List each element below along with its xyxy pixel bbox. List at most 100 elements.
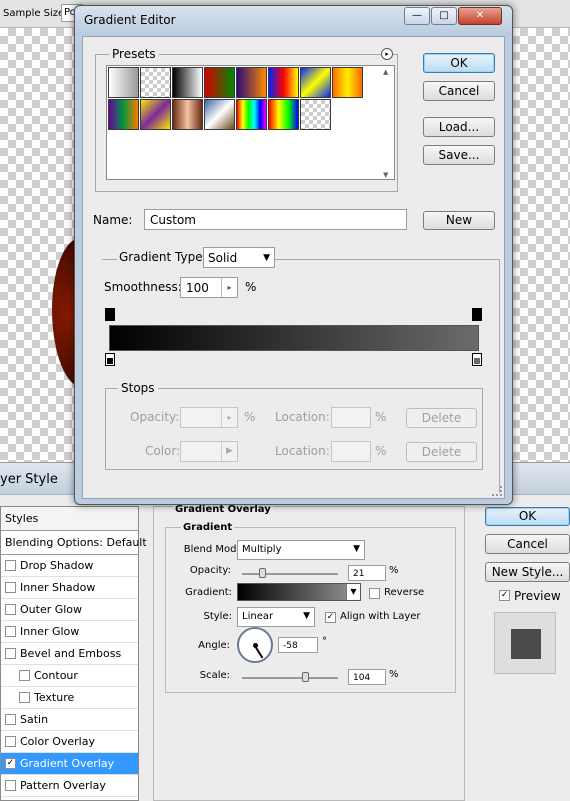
scale-slider-track[interactable]: [242, 677, 338, 679]
stops-group: Stops Opacity: ▸ % Location: % Delete Co…: [105, 381, 483, 470]
align-with-layer-checkbox[interactable]: ✓: [325, 612, 336, 623]
opacity-slider-track[interactable]: [242, 573, 338, 575]
style-item-checkbox[interactable]: [5, 559, 16, 571]
style-item-color-overlay[interactable]: Color Overlay: [1, 731, 138, 753]
stop-color-flyout-icon[interactable]: ▶: [221, 442, 237, 461]
style-item-checkbox[interactable]: [5, 779, 16, 791]
minimize-icon[interactable]: —: [404, 7, 430, 25]
delete-opacity-stop-button[interactable]: Delete: [406, 408, 477, 428]
style-item-checkbox[interactable]: [19, 669, 30, 681]
style-item-checkbox[interactable]: [5, 735, 16, 747]
style-item-checkbox[interactable]: [5, 603, 16, 615]
blending-options-item[interactable]: Blending Options: Default: [1, 531, 147, 555]
new-style-button[interactable]: New Style...: [485, 562, 570, 582]
presets-label: Presets: [109, 47, 159, 61]
opacity-stop-right[interactable]: [472, 308, 482, 321]
preset-swatch-black-white[interactable]: [172, 67, 203, 98]
new-button[interactable]: New: [423, 211, 495, 230]
preset-swatch-red-green[interactable]: [204, 67, 235, 98]
preset-swatch-violet-orange[interactable]: [236, 67, 267, 98]
reverse-checkbox[interactable]: [369, 588, 380, 599]
gradient-overlay-panel: Gradient Overlay Gradient Blend Mode: Mu…: [153, 504, 465, 801]
smoothness-flyout-icon[interactable]: ▸: [221, 278, 237, 297]
stop-opacity-location-input[interactable]: [331, 407, 371, 428]
scale-slider-thumb[interactable]: [302, 672, 309, 682]
preset-swatch-violet-green-orange[interactable]: [108, 99, 139, 130]
style-item-gradient-overlay[interactable]: ✓ Gradient Overlay: [1, 753, 138, 775]
styles-header[interactable]: Styles: [1, 507, 138, 531]
style-item-checkbox[interactable]: [19, 691, 30, 703]
style-item-checkbox[interactable]: [5, 713, 16, 725]
preset-swatch-blue-yellow-blue[interactable]: [300, 67, 331, 98]
stop-color-location-input[interactable]: [331, 441, 371, 462]
angle-dial[interactable]: [237, 627, 273, 663]
style-item-label: Satin: [20, 713, 49, 726]
style-item-bevel-and-emboss[interactable]: Bevel and Emboss: [1, 643, 138, 665]
gradient-bar[interactable]: [109, 325, 479, 351]
stop-opacity-label: Opacity:: [130, 410, 180, 424]
presets-menu-icon[interactable]: ▸: [381, 48, 393, 60]
style-item-checkbox[interactable]: [5, 647, 16, 659]
preview-checkbox[interactable]: ✓: [499, 590, 510, 601]
stop-opacity-input[interactable]: ▸: [180, 407, 238, 428]
angle-input[interactable]: -58: [278, 637, 318, 653]
style-item-drop-shadow[interactable]: Drop Shadow: [1, 555, 138, 577]
preset-swatch-transparent-stripes[interactable]: [300, 99, 331, 130]
maximize-icon[interactable]: □: [431, 7, 457, 25]
style-item-contour[interactable]: Contour: [1, 665, 138, 687]
preset-swatch-yellow-violet-stripes[interactable]: [140, 99, 171, 130]
resize-grip-icon[interactable]: [492, 486, 502, 496]
style-item-satin[interactable]: Satin: [1, 709, 138, 731]
preset-swatch-white-gray[interactable]: [108, 67, 139, 98]
style-item-checkbox[interactable]: ✓: [5, 757, 16, 769]
layer-style-cancel-button[interactable]: Cancel: [485, 534, 570, 554]
preset-swatch-transparent-checker[interactable]: [140, 67, 171, 98]
opacity-label: Opacity:: [189, 565, 231, 576]
color-stop-right[interactable]: [472, 353, 482, 366]
preset-swatch-transparent-rainbow[interactable]: [268, 99, 299, 130]
style-item-checkbox[interactable]: [5, 581, 16, 593]
style-item-pattern-overlay[interactable]: Pattern Overlay: [1, 775, 138, 797]
presets-scrollbar[interactable]: ▲ ▼: [383, 68, 393, 179]
gradient-group: Gradient Blend Mode: Multiply ▼ Opacity:…: [165, 522, 456, 693]
name-input[interactable]: Custom: [144, 209, 407, 230]
delete-color-stop-button[interactable]: Delete: [406, 442, 477, 462]
smoothness-input[interactable]: 100 ▸: [180, 277, 238, 298]
gradient-editor-titlebar[interactable]: Gradient Editor — □ ✕: [75, 6, 512, 36]
color-stop-left[interactable]: [105, 353, 115, 366]
gradient-preview-swatch[interactable]: [237, 583, 361, 601]
preset-swatch-chrome[interactable]: [204, 99, 235, 130]
preset-swatch-blue-red-yellow[interactable]: [268, 67, 299, 98]
gradient-cancel-button[interactable]: Cancel: [423, 81, 495, 101]
stop-color-label: Color:: [145, 444, 181, 458]
style-item-label: Color Overlay: [20, 735, 95, 748]
gradient-ok-button[interactable]: OK: [423, 53, 495, 73]
style-item-texture[interactable]: Texture: [1, 687, 138, 709]
scroll-down-icon[interactable]: ▼: [383, 171, 388, 179]
layer-style-ok-button[interactable]: OK: [485, 507, 570, 526]
style-item-inner-shadow[interactable]: Inner Shadow: [1, 577, 138, 599]
stop-color-swatch[interactable]: ▶: [180, 441, 238, 462]
gradient-dropdown-arrow-icon[interactable]: ▼: [346, 584, 360, 600]
color-stop-right-swatch: [474, 358, 480, 364]
stop-opacity-flyout-icon[interactable]: ▸: [221, 408, 237, 427]
scale-input[interactable]: 104: [348, 669, 386, 685]
load-button[interactable]: Load...: [423, 117, 495, 137]
gradient-type-select[interactable]: Solid ▼: [203, 247, 275, 268]
preset-swatch-copper[interactable]: [172, 99, 203, 130]
scroll-up-icon[interactable]: ▲: [383, 68, 393, 76]
style-item-outer-glow[interactable]: Outer Glow: [1, 599, 138, 621]
opacity-input[interactable]: 21: [348, 565, 386, 581]
blend-mode-value: Multiply: [242, 544, 282, 555]
opacity-slider-thumb[interactable]: [259, 568, 267, 578]
opacity-stop-left[interactable]: [105, 308, 115, 321]
save-button[interactable]: Save...: [423, 145, 495, 165]
close-icon[interactable]: ✕: [458, 7, 502, 25]
gradient-label: Gradient:: [185, 587, 232, 598]
style-item-checkbox[interactable]: [5, 625, 16, 637]
blend-mode-select[interactable]: Multiply ▼: [237, 540, 365, 560]
style-select[interactable]: Linear ▼: [237, 607, 315, 627]
preset-swatch-orange-yellow-orange[interactable]: [332, 67, 363, 98]
style-item-inner-glow[interactable]: Inner Glow: [1, 621, 138, 643]
preset-swatch-spectrum[interactable]: [236, 99, 267, 130]
